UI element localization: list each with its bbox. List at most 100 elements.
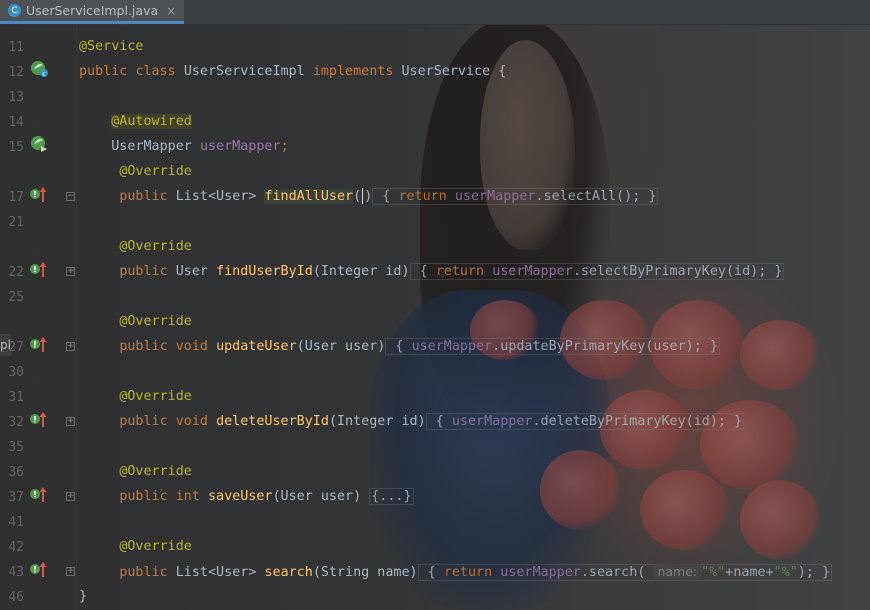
line-number: 32	[8, 415, 24, 430]
fold-toggle-icon[interactable]: +	[66, 492, 75, 501]
body-open: {	[374, 189, 399, 204]
body-open: {	[411, 264, 436, 279]
return-type: List<User>	[175, 189, 257, 204]
body-close: }	[813, 565, 831, 580]
code-line: @Override	[79, 459, 192, 484]
call: .search(	[580, 565, 646, 580]
code-line: public void deleteUserById(Integer id) {…	[79, 409, 745, 434]
code-line: @Override	[79, 384, 192, 409]
keyword: class	[135, 64, 176, 79]
line-number: 42	[8, 540, 24, 555]
background-flower	[740, 320, 820, 390]
code-line: UserMapper userMapper;	[79, 134, 288, 159]
folded-body[interactable]: { return userMapper.selectByPrimaryKey(i…	[409, 263, 785, 280]
annotation: @Override	[119, 314, 192, 329]
closing-brace: }	[79, 589, 88, 604]
type-name: UserMapper	[111, 139, 192, 154]
field-name: userMapper	[454, 189, 536, 204]
keyword: public	[79, 64, 128, 79]
concat: +name+	[725, 565, 774, 580]
fold-toggle-icon[interactable]: +	[66, 417, 75, 426]
params: (String name)	[312, 565, 418, 580]
implementing-method-icon[interactable]	[29, 260, 49, 278]
implementing-method-icon[interactable]	[29, 485, 49, 503]
method-name: findAllUser	[264, 189, 354, 204]
line-number: 46	[8, 590, 24, 605]
implementing-method-icon[interactable]	[29, 560, 49, 578]
body-close: }	[725, 414, 743, 429]
body-close: }	[640, 189, 657, 204]
keyword: int	[175, 489, 200, 504]
fold-toggle-icon[interactable]: +	[66, 567, 75, 576]
folded-body[interactable]: { userMapper.updateByPrimaryKey(user); }	[385, 338, 720, 355]
line-number: 41	[8, 515, 24, 530]
return-type: User	[175, 264, 208, 279]
spring-bean-icon[interactable]: c	[29, 60, 49, 78]
params: (Integer id)	[312, 264, 410, 279]
body-open: {	[387, 339, 412, 354]
keyword: return	[443, 565, 493, 580]
class-name: UserServiceImpl	[183, 64, 305, 79]
method-name: findUserById	[216, 264, 313, 279]
fold-toggle-icon[interactable]: +	[66, 342, 75, 351]
body-close: }	[766, 264, 783, 279]
editor-window: C UserServiceImpl.java × pl 11 12 13 14 …	[0, 0, 870, 610]
folded-body[interactable]: { userMapper.deleteByPrimaryKey(id); }	[425, 413, 745, 430]
code-line: }	[79, 584, 87, 609]
call: .selectByPrimaryKey(id);	[572, 264, 767, 279]
editor-gutter: 11 12 13 14 15 17 21 22 25 27 30 31 32 3…	[0, 24, 76, 610]
line-number: 36	[8, 465, 24, 480]
code-line: public void updateUser(User user) { user…	[79, 334, 720, 359]
background-flower	[640, 470, 730, 550]
line-number: 30	[8, 365, 24, 380]
line-number: 25	[8, 290, 24, 305]
background-flower	[740, 480, 820, 560]
editor-tab-bar: C UserServiceImpl.java ×	[0, 0, 870, 25]
code-line: @Override	[79, 534, 192, 559]
annotation: @Override	[119, 464, 192, 479]
annotation: @Override	[119, 164, 192, 179]
folded-body[interactable]: { return userMapper.search( name: "%"+nam…	[417, 564, 833, 581]
line-number: 37	[8, 490, 24, 505]
call: .updateByPrimaryKey(user);	[492, 339, 702, 354]
line-number: 14	[8, 115, 24, 130]
line-number: 17	[8, 190, 24, 205]
annotation: @Override	[119, 239, 192, 254]
folded-body[interactable]: { return userMapper.selectAll(); }	[372, 188, 659, 205]
line-number: 43	[8, 565, 24, 580]
keyword: implements	[312, 64, 394, 79]
string-literal: "%"	[701, 565, 726, 580]
params: (Integer id)	[328, 414, 426, 429]
keyword: public	[119, 565, 168, 580]
keyword: public	[119, 339, 168, 354]
keyword: return	[435, 264, 485, 279]
code-line: @Override	[79, 309, 192, 334]
tab-userserviceimpl[interactable]: C UserServiceImpl.java ×	[0, 0, 185, 24]
params: (User user)	[272, 489, 362, 504]
string-literal: "%"	[773, 565, 798, 580]
call: .selectAll();	[535, 189, 641, 204]
gutter-divider	[76, 24, 77, 610]
implementing-method-icon[interactable]	[29, 410, 49, 428]
annotation: @Autowired	[111, 114, 192, 129]
code-line: @Autowired	[79, 109, 192, 134]
implementing-method-icon[interactable]	[29, 185, 49, 203]
method-name: saveUser	[208, 489, 273, 504]
spring-bean-navigate-icon[interactable]	[29, 135, 49, 153]
field-name: userMapper	[411, 339, 493, 354]
parameter-hint: name:	[653, 564, 702, 579]
code-line: @Override	[79, 159, 192, 184]
line-number: 27	[8, 340, 24, 355]
body-open: {	[427, 414, 452, 429]
line-number: 15	[8, 140, 24, 155]
close-tab-icon[interactable]: ×	[166, 4, 176, 18]
keyword: void	[175, 414, 208, 429]
body-open: {	[419, 565, 444, 580]
return-type: List<User>	[175, 565, 257, 580]
code-line: public class UserServiceImpl implements …	[79, 59, 506, 84]
fold-toggle-icon[interactable]: +	[66, 267, 75, 276]
fold-toggle-icon[interactable]: −	[66, 192, 75, 201]
implementing-method-icon[interactable]	[29, 335, 49, 353]
brace: {	[498, 64, 507, 79]
folded-body[interactable]: {...}	[369, 488, 414, 505]
